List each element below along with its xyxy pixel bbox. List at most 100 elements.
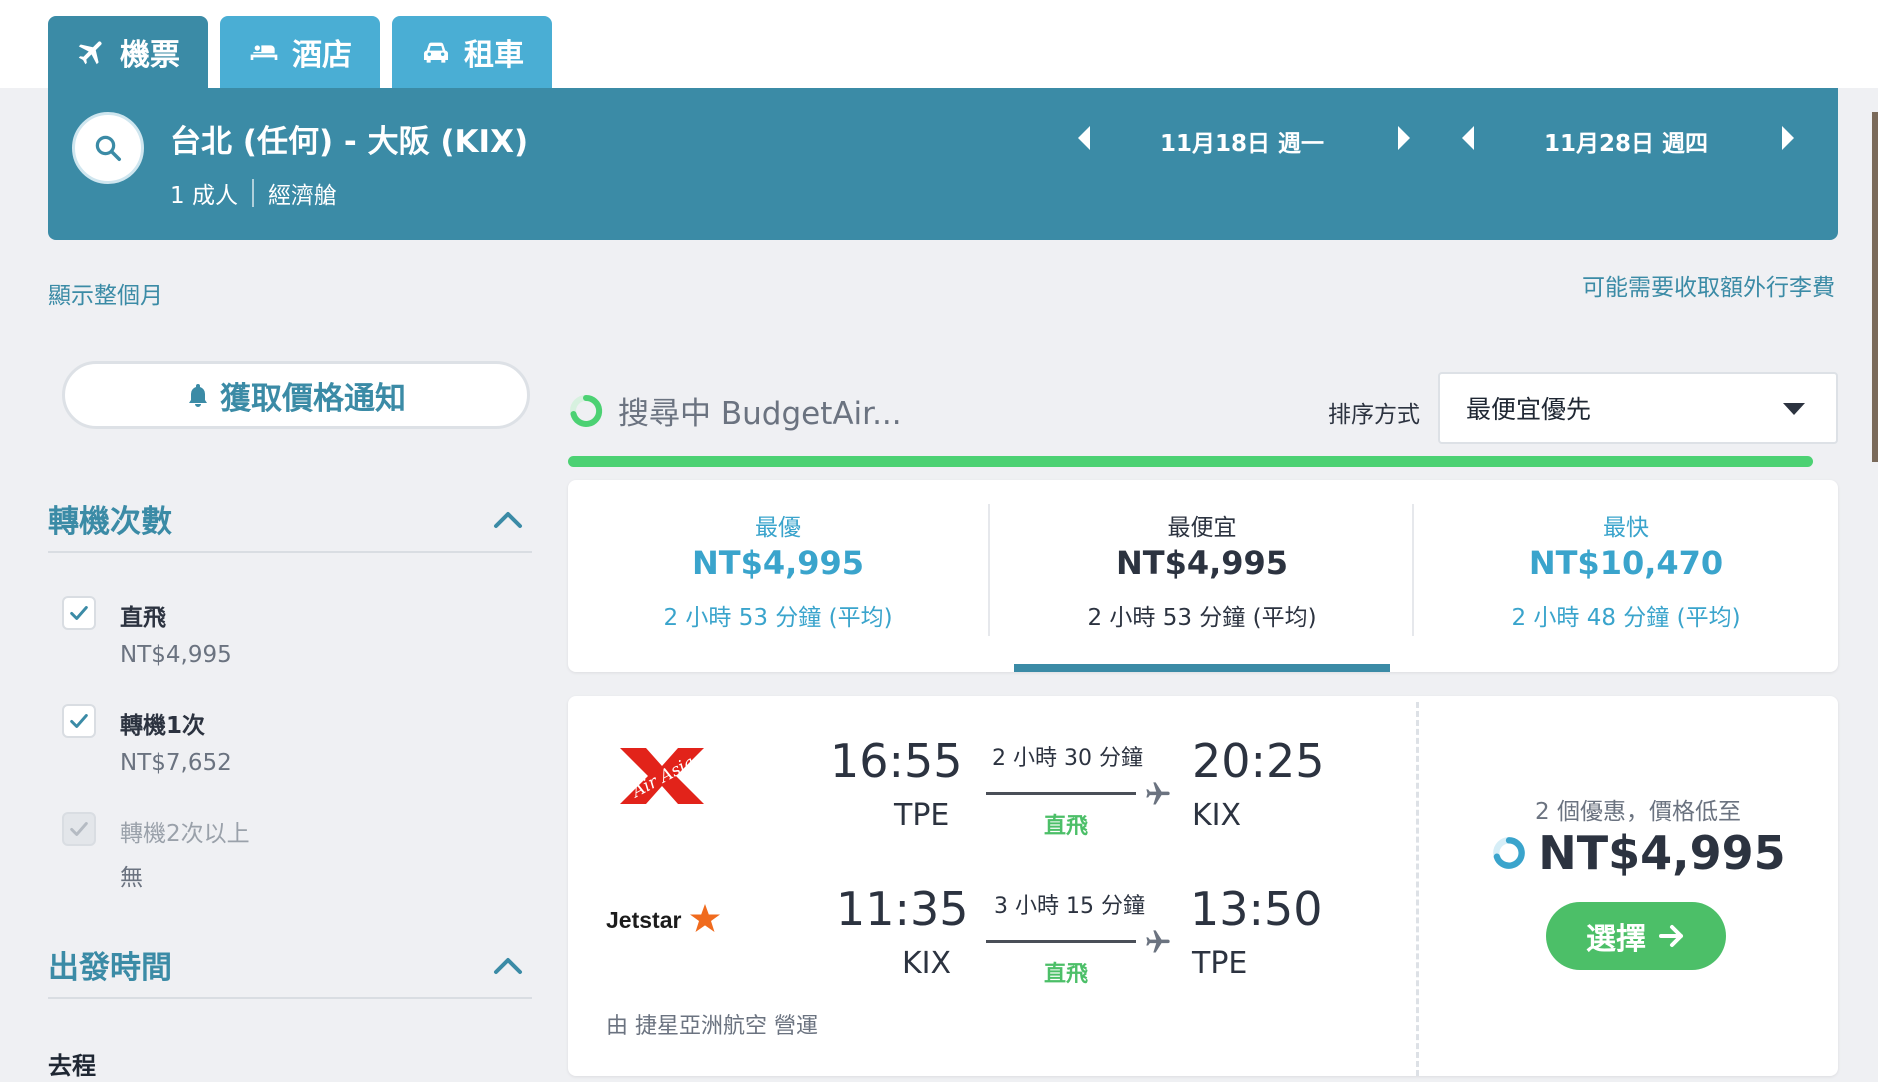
depart-next-arrow[interactable]	[1392, 124, 1416, 152]
route-title[interactable]: 台北 (任何) - 大阪 (KIX)	[170, 116, 528, 161]
active-tab-indicator	[1014, 664, 1390, 672]
summary-cheapest-price: NT$4,995	[1115, 544, 1289, 582]
search-button[interactable]	[72, 112, 144, 184]
summary-cheapest-label: 最便宜	[1167, 515, 1237, 541]
leg1-duration: 2 小時 30 分鐘	[992, 746, 1143, 771]
stops-two-plus-label: 轉機2次以上	[120, 821, 250, 847]
bed-icon	[250, 44, 278, 60]
passenger-cabin[interactable]: 1 成人 經濟艙	[170, 176, 337, 210]
stops-two-plus-checkbox	[62, 812, 96, 846]
select-button[interactable]: 選擇	[1546, 902, 1726, 970]
return-next-arrow[interactable]	[1776, 124, 1800, 152]
stops-direct-label[interactable]: 直飛	[120, 598, 166, 632]
divider	[1412, 504, 1414, 636]
stops-direct-price: NT$4,995	[120, 642, 232, 668]
airasia-logo: Air Asia	[620, 748, 704, 804]
cabin-class: 經濟艙	[267, 183, 337, 209]
summary-best-duration: 2 小時 53 分鐘 (平均)	[663, 605, 893, 631]
summary-best-label: 最優	[755, 515, 801, 541]
search-progress-bar	[568, 456, 1813, 467]
caret-right-icon	[1782, 126, 1794, 150]
search-summary-bar: 台北 (任何) - 大阪 (KIX) 1 成人 經濟艙 11月18日 週一 11…	[48, 88, 1838, 240]
summary-best-price: NT$4,995	[691, 544, 865, 582]
caret-right-icon	[1398, 126, 1410, 150]
deals-count: 2 個優惠，價格低至	[1535, 799, 1741, 825]
leg2-arrival-time: 13:50	[1190, 882, 1323, 936]
tab-label: 機票	[120, 38, 180, 73]
summary-fastest[interactable]: 最快 NT$10,470 2 小時 48 分鐘 (平均)	[1416, 480, 1836, 672]
price-alert-label: 獲取價格通知	[220, 380, 406, 417]
bell-icon	[189, 384, 207, 407]
depart-date[interactable]: 11月18日 週一	[1160, 124, 1324, 158]
tab-cars[interactable]: 租車	[392, 16, 552, 88]
search-status: 搜尋中 BudgetAir...	[568, 388, 902, 433]
stops-one-checkbox[interactable]	[62, 704, 96, 738]
plane-icon	[1146, 782, 1170, 805]
search-status-text: 搜尋中 BudgetAir...	[618, 396, 902, 432]
sort-label: 排序方式	[1328, 402, 1420, 428]
svg-text:Jetstar: Jetstar	[606, 907, 681, 933]
price-alert-button[interactable]: 獲取價格通知	[62, 361, 530, 429]
extra-fees-link[interactable]: 可能需要收取額外行李費	[1582, 268, 1835, 302]
chevron-up-icon[interactable]	[490, 948, 526, 984]
leg2-arrival-airport: TPE	[1192, 946, 1248, 981]
chevron-up-icon[interactable]	[490, 502, 526, 538]
leg1-route-line	[986, 792, 1136, 795]
leg2-duration: 3 小時 15 分鐘	[994, 894, 1145, 919]
check-icon	[70, 822, 88, 836]
leg2-route-line	[986, 940, 1136, 943]
tab-label: 酒店	[292, 38, 352, 73]
divider	[251, 179, 254, 207]
stops-two-plus-price: 無	[120, 865, 143, 891]
summary-fastest-label: 最快	[1603, 515, 1649, 541]
leg1-departure-time: 16:55	[830, 734, 963, 788]
leg2-stops: 直飛	[1044, 962, 1089, 987]
passenger-count: 1 成人	[170, 183, 238, 209]
stops-one-price: NT$7,652	[120, 750, 232, 776]
return-prev-arrow[interactable]	[1456, 124, 1480, 152]
leg1-arrival-time: 20:25	[1192, 734, 1325, 788]
summary-cheapest[interactable]: 最便宜 NT$4,995 2 小時 53 分鐘 (平均)	[992, 480, 1412, 672]
leg1-departure-airport: TPE	[894, 798, 950, 833]
tab-flights[interactable]: 機票	[48, 16, 208, 88]
loading-spinner-icon	[570, 394, 603, 427]
loading-spinner-icon	[1493, 837, 1526, 869]
result-price-value: NT$4,995	[1538, 826, 1786, 880]
flight-result-card[interactable]: Air Asia 16:55 TPE 2 小時 30 分鐘 直飛 20:25 K…	[568, 696, 1838, 1076]
caret-left-icon	[1078, 126, 1090, 150]
outbound-label: 去程	[48, 1052, 96, 1080]
depart-prev-arrow[interactable]	[1072, 124, 1096, 152]
leg2-departure-time: 11:35	[836, 882, 969, 936]
return-date[interactable]: 11月28日 週四	[1544, 124, 1708, 158]
summary-fastest-duration: 2 小時 48 分鐘 (平均)	[1511, 605, 1741, 631]
plane-icon	[1146, 930, 1170, 953]
sort-select[interactable]: 最便宜優先	[1438, 372, 1838, 444]
select-button-label: 選擇	[1586, 922, 1646, 957]
leg1-stops: 直飛	[1044, 814, 1089, 839]
search-icon	[95, 135, 121, 161]
show-month-link[interactable]: 顯示整個月	[48, 276, 163, 310]
divider	[48, 997, 532, 999]
summary-cheapest-duration: 2 小時 53 分鐘 (平均)	[1087, 605, 1317, 631]
caret-left-icon	[1462, 126, 1474, 150]
summary-best[interactable]: 最優 NT$4,995 2 小時 53 分鐘 (平均)	[568, 480, 988, 672]
arrow-right-icon	[1659, 925, 1683, 947]
leg1-arrival-airport: KIX	[1192, 798, 1242, 833]
stops-filter-title[interactable]: 轉機次數	[48, 496, 172, 541]
divider	[988, 504, 990, 636]
divider	[48, 551, 532, 553]
check-icon	[70, 714, 88, 728]
car-icon	[424, 42, 448, 63]
sort-selected-value: 最便宜優先	[1466, 395, 1592, 424]
departure-time-title[interactable]: 出發時間	[48, 942, 172, 987]
jetstar-logo: Jetstar	[606, 904, 720, 933]
sort-summary-tabs: 最優 NT$4,995 2 小時 53 分鐘 (平均) 最便宜 NT$4,995…	[568, 480, 1838, 672]
stops-one-label[interactable]: 轉機1次	[120, 706, 205, 740]
tab-hotels[interactable]: 酒店	[220, 16, 380, 88]
divider	[1416, 702, 1419, 1076]
summary-fastest-price: NT$10,470	[1528, 544, 1724, 582]
dropdown-arrow-icon	[1783, 403, 1805, 415]
stops-direct-checkbox[interactable]	[62, 596, 96, 630]
result-price: NT$4,995	[1438, 826, 1838, 880]
leg2-departure-airport: KIX	[902, 946, 952, 981]
